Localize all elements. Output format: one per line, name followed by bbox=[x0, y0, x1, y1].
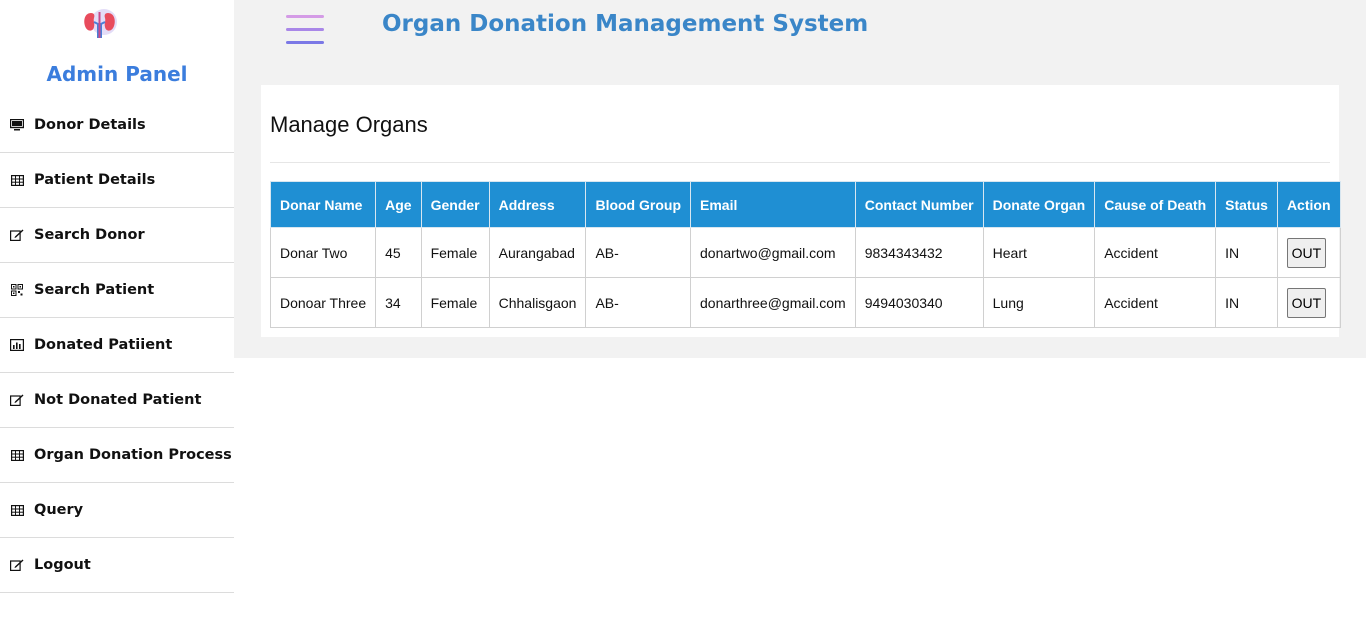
sidebar-item-donor-details[interactable]: Donor Details bbox=[0, 98, 234, 153]
column-header: Email bbox=[690, 181, 856, 228]
main-area: Organ Donation Management System Manage … bbox=[234, 0, 1366, 358]
cell-address: Aurangabad bbox=[488, 227, 587, 278]
column-header: Donar Name bbox=[269, 181, 377, 228]
cell-contact: 9834343432 bbox=[854, 227, 984, 278]
cell-age: 45 bbox=[375, 227, 422, 278]
sidebar-item-query[interactable]: Query bbox=[0, 483, 234, 538]
sidebar-nav: Donor Details Patient Details Search Don… bbox=[0, 98, 234, 593]
sidebar-item-label: Donated Patiient bbox=[34, 337, 173, 353]
app-title: Organ Donation Management System bbox=[382, 11, 869, 37]
table-icon bbox=[9, 448, 25, 462]
sidebar-item-search-donor[interactable]: Search Donor bbox=[0, 208, 234, 263]
cell-email: donartwo@gmail.com bbox=[690, 227, 856, 278]
table-header-row: Donar Name Age Gender Address Blood Grou… bbox=[269, 181, 1341, 228]
content-card: Manage Organs Donar Name Age Gender Addr… bbox=[261, 85, 1341, 337]
edit-icon bbox=[9, 558, 25, 572]
edit-icon bbox=[9, 228, 25, 242]
sidebar-item-label: Not Donated Patient bbox=[34, 392, 202, 408]
edit-icon bbox=[9, 393, 25, 407]
cell-blood-group: AB- bbox=[585, 227, 691, 278]
cell-name: Donar Two bbox=[269, 227, 377, 278]
cell-address: Chhalisgaon bbox=[488, 277, 587, 328]
cell-contact: 9494030340 bbox=[854, 277, 984, 328]
column-header: Status bbox=[1215, 181, 1278, 228]
cell-name: Donoar Three bbox=[269, 277, 377, 328]
cell-cause: Accident bbox=[1094, 277, 1217, 328]
column-header: Address bbox=[488, 181, 587, 228]
page-title: Manage Organs bbox=[270, 112, 428, 137]
cell-cause: Accident bbox=[1094, 227, 1217, 278]
cell-status: IN bbox=[1215, 277, 1278, 328]
sidebar-item-not-donated-patient[interactable]: Not Donated Patient bbox=[0, 373, 234, 428]
cell-organ: Heart bbox=[982, 227, 1096, 278]
sidebar-item-label: Query bbox=[34, 502, 84, 518]
column-header: Contact Number bbox=[854, 181, 984, 228]
cell-gender: Female bbox=[420, 227, 490, 278]
cell-action: OUT bbox=[1276, 227, 1341, 278]
out-button[interactable]: OUT bbox=[1286, 287, 1326, 318]
cell-gender: Female bbox=[420, 277, 490, 328]
cell-blood-group: AB- bbox=[585, 277, 691, 328]
sidebar: Admin Panel Donor Details Patient Detail… bbox=[0, 0, 234, 630]
cell-organ: Lung bbox=[982, 277, 1096, 328]
table-row: Donar Two 45 Female Aurangabad AB- donar… bbox=[269, 227, 1341, 278]
column-header: Action bbox=[1276, 181, 1341, 228]
bar-chart-icon bbox=[9, 338, 25, 352]
sidebar-item-label: Patient Details bbox=[34, 172, 156, 188]
organs-table: Donar Name Age Gender Address Blood Grou… bbox=[269, 181, 1341, 328]
kidney-logo-icon bbox=[84, 9, 117, 38]
sidebar-item-label: Logout bbox=[34, 557, 91, 573]
table-icon bbox=[9, 173, 25, 187]
hamburger-icon[interactable] bbox=[286, 15, 324, 47]
column-header: Blood Group bbox=[585, 181, 691, 228]
table-row: Donoar Three 34 Female Chhalisgaon AB- d… bbox=[269, 277, 1341, 328]
cell-age: 34 bbox=[375, 277, 422, 328]
monitor-icon bbox=[9, 118, 25, 132]
qrcode-icon bbox=[9, 283, 25, 297]
cell-status: IN bbox=[1215, 227, 1278, 278]
out-button[interactable]: OUT bbox=[1286, 237, 1326, 268]
cell-email: donarthree@gmail.com bbox=[690, 277, 856, 328]
table-icon bbox=[9, 503, 25, 517]
column-header: Cause of Death bbox=[1094, 181, 1217, 228]
sidebar-item-logout[interactable]: Logout bbox=[0, 538, 234, 593]
sidebar-item-patient-details[interactable]: Patient Details bbox=[0, 153, 234, 208]
sidebar-item-search-patient[interactable]: Search Patient bbox=[0, 263, 234, 318]
sidebar-item-label: Organ Donation Process bbox=[34, 447, 232, 463]
sidebar-item-label: Search Patient bbox=[34, 282, 155, 298]
panel-title: Admin Panel bbox=[46, 62, 188, 86]
cell-action: OUT bbox=[1276, 277, 1341, 328]
column-header: Donate Organ bbox=[982, 181, 1096, 228]
sidebar-item-label: Search Donor bbox=[34, 227, 145, 243]
divider bbox=[270, 162, 1330, 163]
sidebar-item-label: Donor Details bbox=[34, 117, 146, 133]
column-header: Gender bbox=[420, 181, 490, 228]
column-header: Age bbox=[375, 181, 422, 228]
sidebar-item-donated-patient[interactable]: Donated Patiient bbox=[0, 318, 234, 373]
sidebar-item-organ-donation-process[interactable]: Organ Donation Process bbox=[0, 428, 234, 483]
